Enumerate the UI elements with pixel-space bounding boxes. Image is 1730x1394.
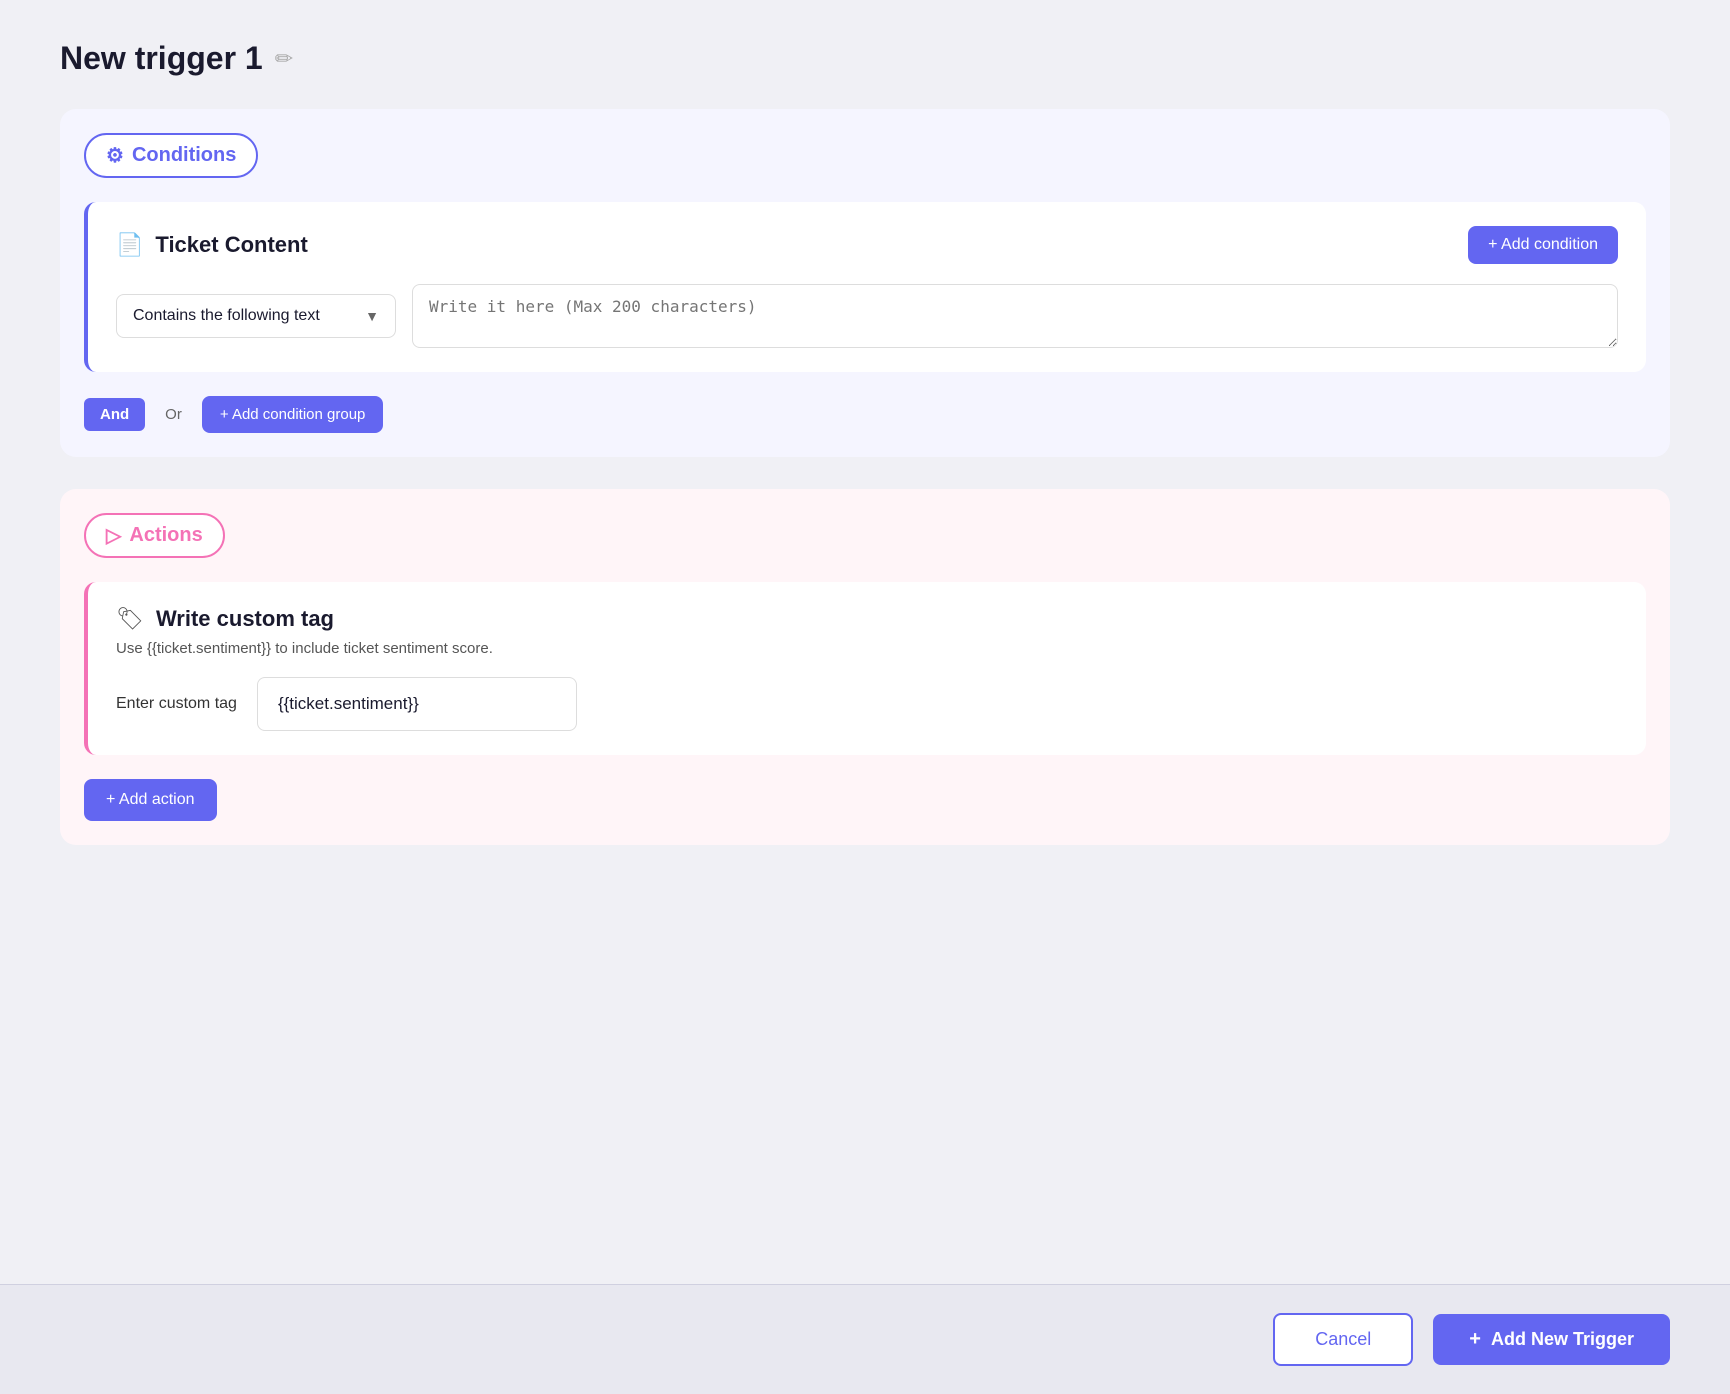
actions-badge: ▷ Actions [84,513,225,558]
add-condition-button[interactable]: + Add condition [1468,226,1618,264]
actions-badge-label: Actions [129,524,202,547]
chevron-down-icon: ▼ [365,308,379,324]
trigger-title-row: New trigger 1 ✏ [60,40,1670,77]
condition-card-header: 📄 Ticket Content + Add condition [116,226,1618,264]
add-condition-group-button[interactable]: + Add condition group [202,396,384,433]
action-field-label: Enter custom tag [116,695,237,713]
action-subtitle: Use {{ticket.sentiment}} to include tick… [116,640,1618,657]
tag-icon: 🏷 [116,606,144,632]
footer-bar: Cancel + Add New Trigger [0,1284,1730,1394]
action-card-title-area: 🏷 Write custom tag [116,606,1618,632]
plus-icon: + [1469,1328,1481,1351]
edit-title-icon[interactable]: ✏ [275,46,293,72]
page-title: New trigger 1 [60,40,263,77]
conditions-badge: ⚙ Conditions [84,133,258,178]
cancel-button[interactable]: Cancel [1273,1313,1413,1366]
conditions-badge-label: Conditions [132,144,236,167]
condition-card-title: Ticket Content [155,232,307,258]
condition-card-title-area: 📄 Ticket Content [116,232,308,258]
condition-select-value: Contains the following text [133,307,320,325]
condition-footer: And Or + Add condition group [84,396,1646,433]
and-button[interactable]: And [84,398,145,431]
add-trigger-label: Add New Trigger [1491,1329,1634,1350]
condition-group-card: 📄 Ticket Content + Add condition Contain… [84,202,1646,372]
action-group-card: 🏷 Write custom tag Use {{ticket.sentimen… [84,582,1646,755]
conditions-icon: ⚙ [106,143,124,168]
or-button[interactable]: Or [157,398,190,431]
condition-type-select[interactable]: Contains the following text ▼ [116,294,396,338]
add-action-button[interactable]: + Add action [84,779,217,821]
actions-icon: ▷ [106,523,121,548]
action-field-row: Enter custom tag [116,677,1618,731]
action-card-title: Write custom tag [156,606,334,632]
add-new-trigger-button[interactable]: + Add New Trigger [1433,1314,1670,1365]
conditions-section: ⚙ Conditions 📄 Ticket Content + Add cond… [60,109,1670,457]
ticket-content-icon: 📄 [116,232,143,258]
custom-tag-input[interactable] [257,677,577,731]
condition-text-input[interactable] [412,284,1618,348]
condition-row: Contains the following text ▼ [116,284,1618,348]
actions-section: ▷ Actions 🏷 Write custom tag Use {{ticke… [60,489,1670,845]
